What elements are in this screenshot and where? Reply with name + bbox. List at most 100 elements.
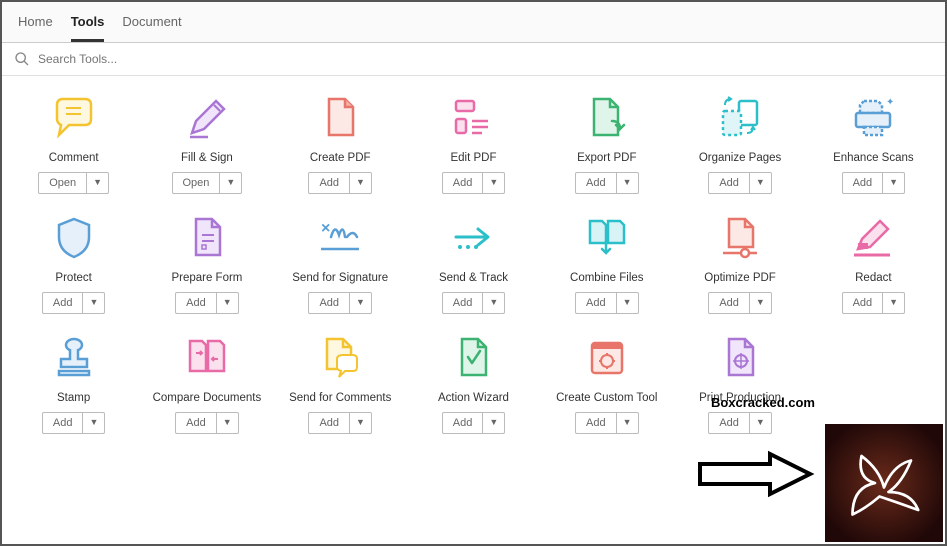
tool-label: Send for Comments bbox=[289, 392, 391, 404]
tool-label: Prepare Form bbox=[171, 272, 242, 284]
stamp-icon bbox=[50, 334, 98, 382]
open-button[interactable]: Open▼ bbox=[38, 172, 109, 194]
add-button[interactable]: Add▼ bbox=[442, 292, 506, 314]
shield-icon bbox=[50, 214, 98, 262]
organize-icon bbox=[716, 94, 764, 142]
dropdown-icon[interactable]: ▼ bbox=[617, 293, 638, 313]
combine-icon bbox=[583, 214, 631, 262]
tool-organize-pages: Organize Pages Add▼ bbox=[678, 94, 801, 194]
dropdown-icon[interactable]: ▼ bbox=[617, 413, 638, 433]
tool-action-wizard: Action Wizard Add▼ bbox=[412, 334, 535, 434]
dropdown-icon[interactable]: ▼ bbox=[83, 413, 104, 433]
tool-edit-pdf: Edit PDF Add▼ bbox=[412, 94, 535, 194]
gear-icon bbox=[583, 334, 631, 382]
tool-label: Comment bbox=[49, 152, 99, 164]
dropdown-icon[interactable]: ▼ bbox=[750, 293, 771, 313]
file-icon bbox=[316, 94, 364, 142]
add-button[interactable]: Add▼ bbox=[175, 292, 239, 314]
optimize-icon bbox=[716, 214, 764, 262]
arrow-overlay-icon bbox=[695, 449, 815, 499]
dropdown-icon[interactable]: ▼ bbox=[350, 413, 371, 433]
tab-document[interactable]: Document bbox=[122, 14, 181, 42]
add-button[interactable]: Add▼ bbox=[308, 292, 372, 314]
tool-optimize-pdf: Optimize PDF Add▼ bbox=[678, 214, 801, 314]
comment-icon bbox=[50, 94, 98, 142]
tool-stamp: Stamp Add▼ bbox=[12, 334, 135, 434]
dropdown-icon[interactable]: ▼ bbox=[483, 173, 504, 193]
tool-create-custom: Create Custom Tool Add▼ bbox=[545, 334, 668, 434]
signature-icon: × bbox=[316, 214, 364, 262]
dropdown-icon[interactable]: ▼ bbox=[87, 173, 108, 193]
dropdown-icon[interactable]: ▼ bbox=[217, 413, 238, 433]
add-button[interactable]: Add▼ bbox=[708, 172, 772, 194]
tool-label: Send for Signature bbox=[292, 272, 388, 284]
svg-text:✦: ✦ bbox=[886, 97, 894, 108]
dropdown-icon[interactable]: ▼ bbox=[750, 173, 771, 193]
form-icon bbox=[183, 214, 231, 262]
dropdown-icon[interactable]: ▼ bbox=[617, 173, 638, 193]
tool-label: Export PDF bbox=[577, 152, 636, 164]
print-icon bbox=[716, 334, 764, 382]
tool-label: Compare Documents bbox=[153, 392, 262, 404]
dropdown-icon[interactable]: ▼ bbox=[883, 173, 904, 193]
tool-label: Enhance Scans bbox=[833, 152, 914, 164]
tab-home[interactable]: Home bbox=[18, 14, 53, 42]
tool-label: Protect bbox=[55, 272, 91, 284]
compare-icon bbox=[183, 334, 231, 382]
arrow-right-icon bbox=[449, 214, 497, 262]
dropdown-icon[interactable]: ▼ bbox=[483, 293, 504, 313]
tool-label: Edit PDF bbox=[450, 152, 496, 164]
dropdown-icon[interactable]: ▼ bbox=[883, 293, 904, 313]
tool-label: Action Wizard bbox=[438, 392, 509, 404]
dropdown-icon[interactable]: ▼ bbox=[220, 173, 241, 193]
pen-icon bbox=[183, 94, 231, 142]
open-button[interactable]: Open▼ bbox=[172, 172, 243, 194]
tool-label: Stamp bbox=[57, 392, 90, 404]
tool-create-pdf: Create PDF Add▼ bbox=[279, 94, 402, 194]
search-icon bbox=[14, 51, 30, 67]
add-button[interactable]: Add▼ bbox=[442, 172, 506, 194]
add-button[interactable]: Add▼ bbox=[708, 292, 772, 314]
svg-text:×: × bbox=[321, 220, 330, 237]
tool-compare-documents: Compare Documents Add▼ bbox=[145, 334, 268, 434]
tool-label: Combine Files bbox=[570, 272, 644, 284]
add-button[interactable]: Add▼ bbox=[842, 292, 906, 314]
add-button[interactable]: Add▼ bbox=[575, 292, 639, 314]
tool-redact: Redact Add▼ bbox=[812, 214, 935, 314]
add-button[interactable]: Add▼ bbox=[42, 292, 106, 314]
tool-fill-sign: Fill & Sign Open▼ bbox=[145, 94, 268, 194]
tab-bar: Home Tools Document bbox=[2, 2, 945, 43]
add-button[interactable]: Add▼ bbox=[708, 412, 772, 434]
add-button[interactable]: Add▼ bbox=[842, 172, 906, 194]
acrobat-logo-icon bbox=[825, 424, 943, 542]
export-icon bbox=[583, 94, 631, 142]
tab-tools[interactable]: Tools bbox=[71, 14, 105, 42]
add-button[interactable]: Add▼ bbox=[308, 172, 372, 194]
add-button[interactable]: Add▼ bbox=[308, 412, 372, 434]
dropdown-icon[interactable]: ▼ bbox=[483, 413, 504, 433]
dropdown-icon[interactable]: ▼ bbox=[350, 173, 371, 193]
add-button[interactable]: Add▼ bbox=[42, 412, 106, 434]
send-comments-icon bbox=[316, 334, 364, 382]
tool-label: Create Custom Tool bbox=[556, 392, 657, 404]
scanner-icon: ✦ bbox=[849, 94, 897, 142]
dropdown-icon[interactable]: ▼ bbox=[350, 293, 371, 313]
tool-label: Create PDF bbox=[310, 152, 371, 164]
dropdown-icon[interactable]: ▼ bbox=[750, 413, 771, 433]
add-button[interactable]: Add▼ bbox=[575, 172, 639, 194]
tool-label: Send & Track bbox=[439, 272, 508, 284]
search-input[interactable] bbox=[38, 52, 338, 66]
add-button[interactable]: Add▼ bbox=[575, 412, 639, 434]
add-button[interactable]: Add▼ bbox=[175, 412, 239, 434]
tool-print-production: Print Production Add▼ bbox=[678, 334, 801, 434]
dropdown-icon[interactable]: ▼ bbox=[217, 293, 238, 313]
tool-comment: Comment Open▼ bbox=[12, 94, 135, 194]
tool-label: Optimize PDF bbox=[704, 272, 776, 284]
dropdown-icon[interactable]: ▼ bbox=[83, 293, 104, 313]
tool-export-pdf: Export PDF Add▼ bbox=[545, 94, 668, 194]
wizard-icon bbox=[449, 334, 497, 382]
watermark-text: Boxcracked.com bbox=[711, 395, 815, 410]
tool-send-comments: Send for Comments Add▼ bbox=[279, 334, 402, 434]
add-button[interactable]: Add▼ bbox=[442, 412, 506, 434]
tool-enhance-scans: ✦ Enhance Scans Add▼ bbox=[812, 94, 935, 194]
